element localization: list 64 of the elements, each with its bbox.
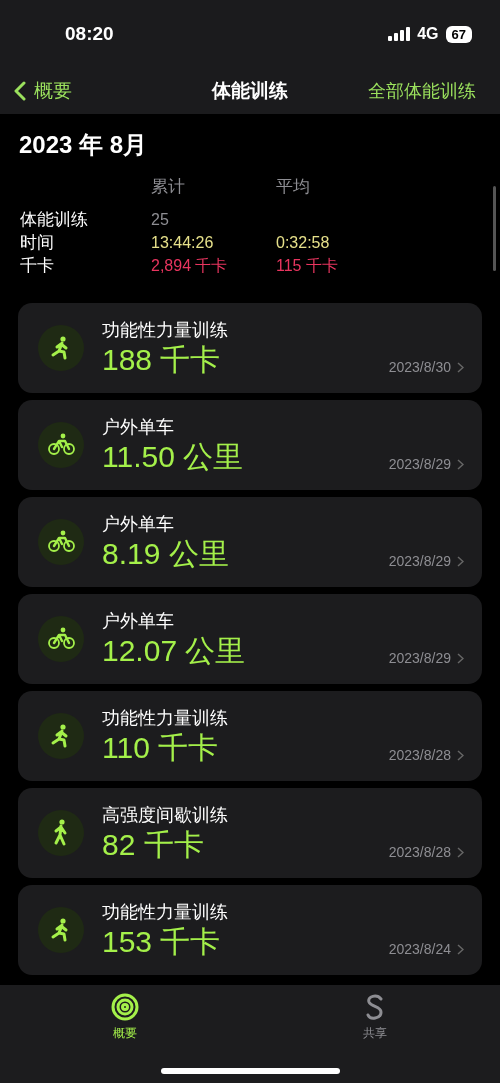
workout-date: 2023/8/29 (388, 650, 451, 666)
all-workouts-link[interactable]: 全部体能训练 (368, 79, 476, 103)
status-time: 08:20 (65, 23, 114, 45)
workout-name: 户外单车 (102, 610, 175, 633)
workout-card[interactable]: 高强度间歇训练 82 千卡 2023/8/28 (18, 788, 482, 878)
back-button[interactable]: 概要 (14, 78, 72, 104)
cyclist-icon (38, 519, 84, 565)
chevron-right-icon (457, 459, 464, 470)
total-value: 2,894 千卡 (151, 256, 229, 276)
total-value: 25 (151, 210, 170, 230)
workout-date: 2023/8/24 (388, 941, 451, 957)
row-label: 体能训练 (20, 209, 89, 231)
workout-card[interactable]: 功能性力量训练 153 千卡 2023/8/24 (18, 885, 482, 975)
signal-icon (388, 27, 411, 41)
network-label: 4G (417, 25, 439, 43)
chevron-right-icon (457, 944, 464, 955)
chevron-left-icon (14, 81, 26, 101)
workout-name: 功能性力量训练 (102, 707, 229, 730)
chevron-right-icon (457, 362, 464, 373)
workout-name: 功能性力量训练 (102, 319, 229, 342)
workout-date: 2023/8/28 (388, 747, 451, 763)
running-figure-icon (38, 810, 84, 856)
chevron-right-icon (457, 750, 464, 761)
row-label: 千卡 (20, 255, 55, 277)
workout-date: 2023/8/28 (388, 844, 451, 860)
cyclist-icon (38, 616, 84, 662)
workout-date: 2023/8/29 (388, 456, 451, 472)
workout-name: 高强度间歇训练 (102, 804, 229, 827)
workout-value: 82 千卡 (102, 827, 205, 863)
workout-card[interactable]: 户外单车 12.07 公里 2023/8/29 (18, 594, 482, 684)
screen-title: 体能训练 (210, 79, 289, 103)
tab[interactable]: 共享 (361, 993, 389, 1042)
running-figure-icon (38, 325, 84, 371)
workout-name: 户外单车 (102, 513, 175, 536)
column-header: 平均 (276, 176, 311, 198)
workout-value: 188 千卡 (102, 342, 222, 378)
total-value: 13:44:26 (151, 233, 215, 253)
workout-value: 12.07 公里 (102, 633, 247, 669)
workout-value: 153 千卡 (102, 924, 222, 960)
workout-date: 2023/8/29 (388, 553, 451, 569)
workout-card[interactable]: 户外单车 11.50 公里 2023/8/29 (18, 400, 482, 490)
row-label: 时间 (20, 232, 55, 254)
battery-indicator: 67 (445, 25, 472, 43)
chevron-right-icon (457, 653, 464, 664)
workout-name: 户外单车 (102, 416, 175, 439)
average-value: 0:32:58 (276, 233, 331, 253)
workout-name: 功能性力量训练 (102, 901, 229, 924)
running-figure-icon (38, 713, 84, 759)
workout-card[interactable]: 户外单车 8.19 公里 2023/8/29 (18, 497, 482, 587)
month-heading: 2023 年 8月 (19, 130, 149, 160)
workout-value: 110 千卡 (102, 730, 220, 766)
workout-card[interactable]: 功能性力量训练 188 千卡 2023/8/30 (18, 303, 482, 393)
workout-date: 2023/8/30 (388, 359, 451, 375)
tab[interactable]: 概要 (111, 993, 139, 1042)
chevron-right-icon (457, 556, 464, 567)
workout-value: 11.50 公里 (102, 439, 245, 475)
running-figure-icon (38, 907, 84, 953)
average-value: 115 千卡 (276, 256, 338, 276)
workout-card[interactable]: 功能性力量训练 110 千卡 2023/8/28 (18, 691, 482, 781)
rings-icon (111, 993, 139, 1021)
column-header: 累计 (151, 176, 186, 198)
chevron-right-icon (457, 847, 464, 858)
cyclist-icon (38, 422, 84, 468)
workout-value: 8.19 公里 (102, 536, 230, 572)
